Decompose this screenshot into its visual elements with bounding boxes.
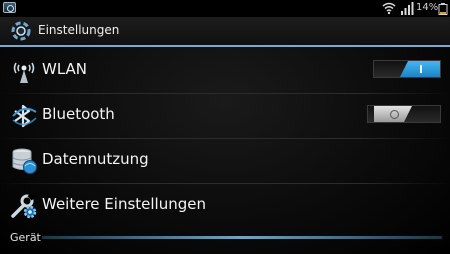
settings-item-label: WLAN — [42, 60, 88, 78]
status-bar: 14% — [0, 0, 450, 17]
settings-item-label: Weitere Einstellungen — [42, 195, 206, 213]
wrench-gear-icon — [11, 192, 37, 219]
title-bar: Einstellungen — [0, 17, 450, 47]
battery-icon — [438, 3, 448, 15]
wifi-icon — [382, 2, 396, 15]
toggle-off-thumb — [374, 106, 412, 122]
wlan-antenna-icon — [13, 62, 35, 83]
section-divider — [42, 236, 442, 239]
page-title: Einstellungen — [38, 23, 120, 37]
settings-item-more[interactable]: Weitere Einstellungen — [0, 184, 450, 229]
toggle-on-indicator — [400, 61, 440, 77]
bluetooth-icon — [12, 104, 37, 128]
bluetooth-toggle[interactable] — [367, 105, 441, 123]
battery-percent: 14% — [416, 2, 439, 13]
signal-icon — [401, 2, 414, 15]
settings-item-label: Bluetooth — [42, 105, 115, 123]
settings-item-bluetooth[interactable]: Bluetooth — [0, 94, 450, 139]
settings-icon[interactable] — [10, 20, 32, 42]
app-icon — [3, 2, 16, 13]
settings-item-data-usage[interactable]: Datennutzung — [0, 139, 450, 184]
section-header-device: Gerät — [10, 231, 41, 244]
wlan-toggle[interactable] — [373, 60, 441, 78]
settings-screen: 14% Einstellungen WLAN Bluetooth Datennu… — [0, 0, 450, 254]
settings-item-label: Datennutzung — [42, 150, 149, 168]
data-usage-icon — [12, 148, 37, 174]
settings-item-wlan[interactable]: WLAN — [0, 49, 450, 94]
